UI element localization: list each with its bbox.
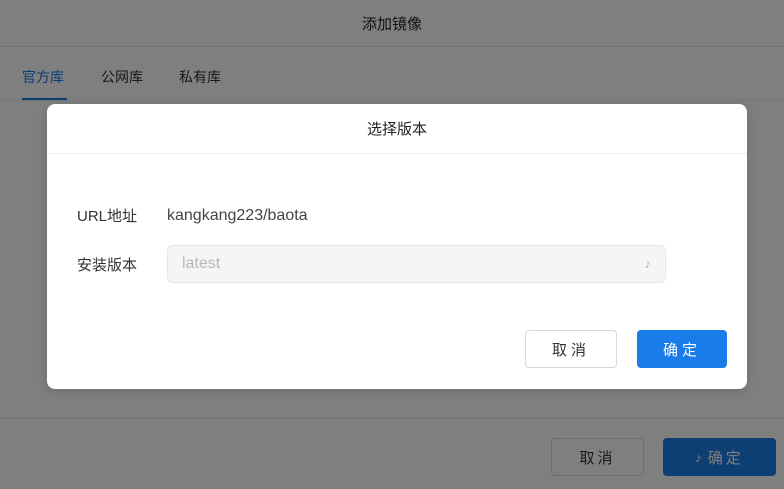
- cancel-button[interactable]: 取消: [525, 330, 617, 368]
- version-row: 安装版本 latest ♪: [47, 245, 747, 283]
- version-label: 安装版本: [76, 256, 137, 274]
- url-row: URL地址 kangkang223/baota: [47, 205, 747, 226]
- version-select[interactable]: latest ♪: [167, 245, 666, 283]
- url-value: kangkang223/baota: [167, 206, 308, 224]
- confirm-label: 确定: [662, 341, 701, 359]
- confirm-button[interactable]: 确定: [637, 330, 727, 368]
- cancel-label: 取消: [551, 341, 590, 359]
- loading-icon: ♪: [644, 256, 652, 271]
- dialog-title: 选择版本: [47, 104, 747, 154]
- version-select-value: latest: [182, 255, 221, 272]
- select-version-dialog: 选择版本 URL地址 kangkang223/baota 安装版本 latest…: [47, 104, 747, 389]
- app-page: 添加镜像 官方库 公网库 私有库 取消 ♪ 确定 选择版本 URL地址 kang…: [0, 0, 784, 489]
- url-label: URL地址: [76, 208, 137, 225]
